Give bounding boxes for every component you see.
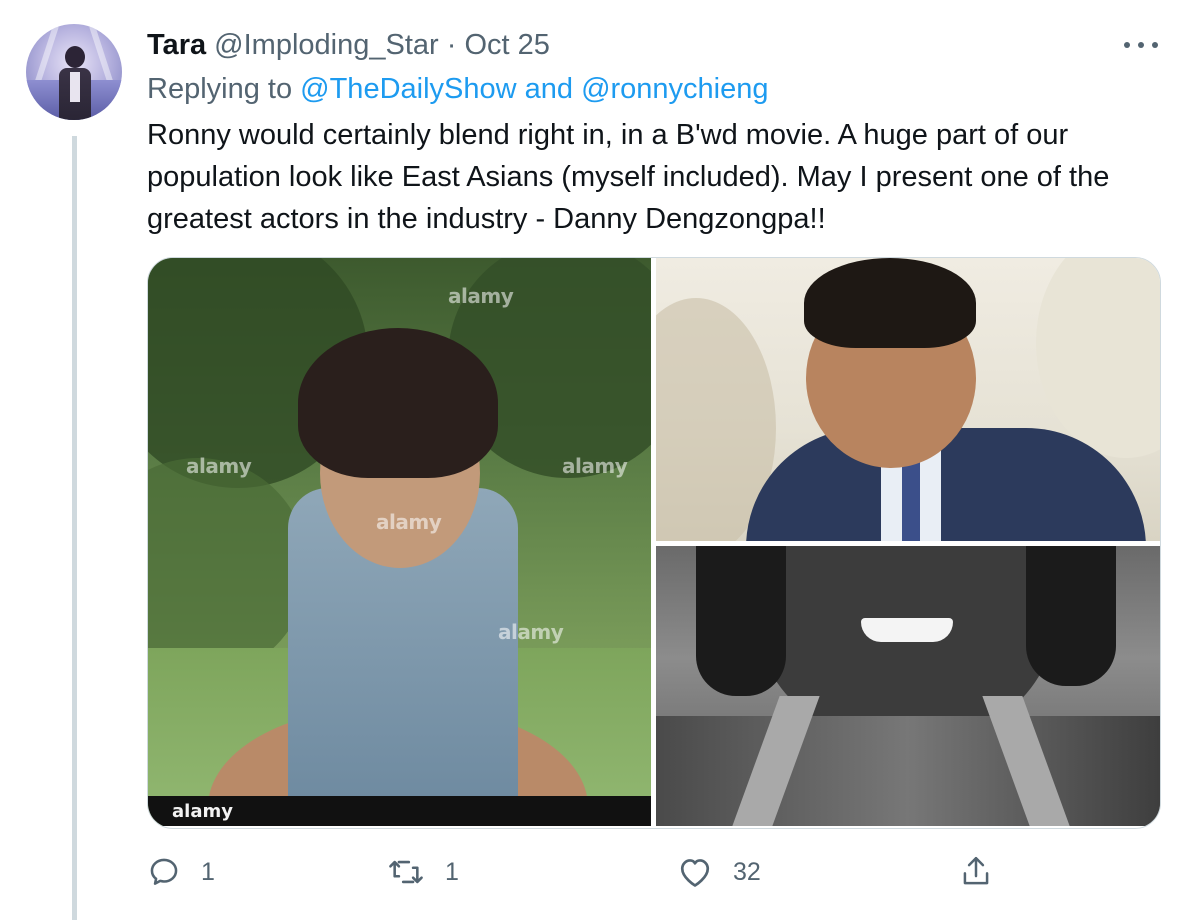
hair-shape	[804, 258, 976, 348]
header-separator: ·	[446, 29, 457, 61]
reply-button[interactable]: 1	[147, 852, 215, 892]
reply-icon	[150, 858, 178, 885]
retweet-icon	[389, 860, 423, 884]
hair-shape	[696, 546, 786, 696]
replying-mentions[interactable]: @TheDailyShow and @ronnychieng	[300, 73, 768, 105]
hair-shape	[298, 328, 498, 478]
photo-watermark: alamy	[376, 510, 442, 534]
photo-man-black-and-white[interactable]	[656, 546, 1160, 826]
more-options-icon[interactable]	[1124, 36, 1158, 54]
photo-watermark: alamy	[186, 454, 252, 478]
avatar-figure-shirt	[70, 72, 80, 102]
background-shape	[1036, 258, 1160, 458]
more-dot	[1124, 42, 1130, 48]
photo-man-sleeveless-denim[interactable]: alamy alamy alamy alamy alamy alamy	[148, 258, 651, 826]
display-name[interactable]: Tara	[147, 29, 206, 61]
retweet-count: 1	[445, 857, 459, 886]
photo-man-suit-smiling[interactable]	[656, 258, 1160, 541]
collar-shape	[656, 716, 1160, 826]
tweet-text: Ronny would certainly blend right in, in…	[147, 119, 1110, 235]
media-grid: alamy alamy alamy alamy alamy alamy	[147, 257, 1161, 829]
photo-watermark: alamy	[448, 284, 514, 308]
thread-line	[72, 136, 77, 920]
user-handle[interactable]: @Imploding_Star	[214, 29, 439, 61]
tweet-actions: 1 1 32	[147, 852, 1027, 892]
share-icon	[963, 856, 989, 885]
photo-watermark: alamy	[562, 454, 628, 478]
hair-shape	[1026, 546, 1116, 686]
photo-watermark: alamy	[498, 620, 564, 644]
more-dot	[1138, 42, 1144, 48]
avatar[interactable]	[26, 24, 122, 120]
tweet-date[interactable]: Oct 25	[464, 29, 549, 61]
replying-prefix: Replying to	[147, 73, 293, 105]
replying-to: Replying to @TheDailyShow and @ronnychie…	[147, 71, 769, 107]
reply-count: 1	[201, 857, 215, 886]
foliage-shape	[148, 458, 308, 678]
like-count: 32	[733, 857, 761, 886]
retweet-button[interactable]: 1	[387, 852, 459, 892]
watermark-bar: alamy	[148, 796, 651, 826]
share-button[interactable]	[959, 852, 993, 892]
tweet-header: Tara @Imploding_Star · Oct 25	[147, 27, 550, 63]
more-dot	[1152, 42, 1158, 48]
watermark-bar-text: alamy	[172, 801, 233, 822]
smile-shape	[861, 618, 953, 642]
like-icon	[680, 859, 710, 887]
like-button[interactable]: 32	[677, 852, 761, 892]
avatar-figure-head	[65, 46, 85, 68]
